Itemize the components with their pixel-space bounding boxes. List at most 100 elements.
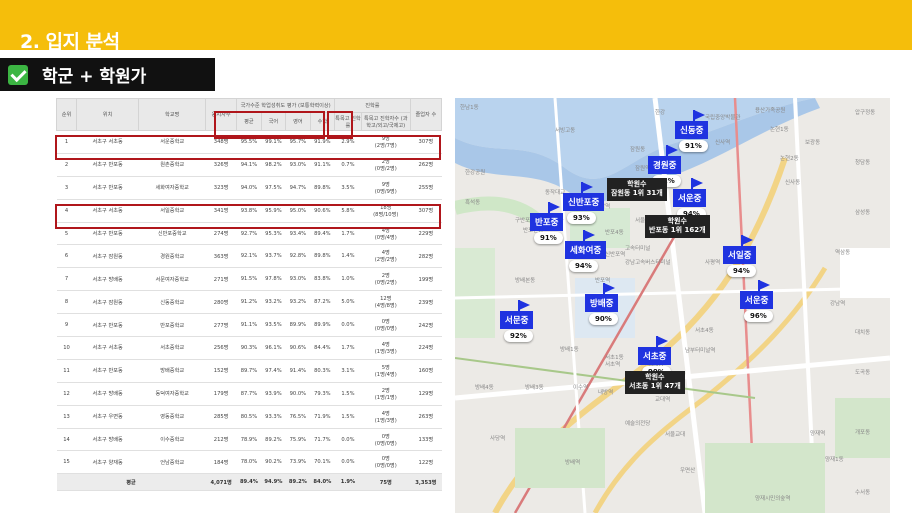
table-cell: 89.9%: [285, 313, 311, 338]
map-place-label: 역삼동: [835, 250, 851, 256]
table-cell: 93.2%: [261, 290, 286, 315]
table-cell: 1.5%: [334, 382, 362, 406]
table-cell: 184명: [205, 450, 237, 475]
section-tag-label: 학군 + 학원가: [42, 67, 147, 87]
avg-avg: 89.4%: [236, 473, 262, 492]
table-cell: 271명: [205, 267, 237, 292]
school-ranking-table: 순위 위치 학교명 응시자수 국가수준 학업성취도 평가 (보통학력이상) 진학…: [55, 98, 443, 494]
table-cell: 93.7%: [261, 244, 286, 269]
table-cell: 87.7%: [236, 382, 262, 406]
section-tag: 학군 + 학원가: [0, 58, 215, 91]
table-cell: 75.9%: [285, 428, 311, 452]
table-row: 6 서초구 잠원동 경원중학교 363명 92.1% 93.7% 92.8% 89.8% 1.4…: [56, 244, 442, 269]
table-cell: 78.0%: [236, 450, 262, 475]
page-title: 2. 입지 분석: [20, 31, 120, 53]
table-cell: 서초구 방배동: [76, 382, 139, 406]
flag-icon: [584, 230, 595, 240]
table-row: 9 서초구 반포동 반포중학교 277명 91.1% 93.5% 89.9% 89.9% 0.0…: [56, 313, 442, 338]
academy-count-box: 학원수 반포동 1위 162개: [645, 215, 710, 238]
avg-grads: 3,353명: [410, 473, 442, 492]
table-cell: 71.9%: [310, 405, 335, 429]
table-cell: 78.9%: [236, 428, 262, 452]
map-place-label: 서울교대: [665, 432, 686, 438]
table-cell: 0명 (0명/0명): [361, 450, 411, 475]
map-place-label: 삼성동: [855, 210, 871, 216]
table-row: 7 서초구 방배동 서문여자중학교 271명 91.5% 97.8% 93.0% 83.8% 1…: [56, 267, 442, 292]
table-cell: 서초구 방배동: [76, 428, 139, 452]
table-cell: 89.8%: [310, 244, 335, 269]
table-cell: 93.2%: [285, 290, 311, 315]
table-cell: 94.7%: [285, 176, 311, 200]
table-cell: 서초구 반포동: [76, 313, 139, 338]
academy-line2: 서초동 1위 47개: [629, 382, 681, 391]
map-place-label: 방배1동: [560, 347, 579, 353]
table-cell: 152명: [205, 359, 237, 383]
table-cell: 90.6%: [285, 336, 311, 360]
avg-advanced: 75명: [361, 473, 411, 492]
table-cell: 133명: [410, 428, 442, 452]
table-cell: 서초구 반포동: [76, 359, 139, 383]
table-cell: 2명 (1명/1명): [361, 382, 411, 406]
table-cell: 89.7%: [236, 359, 262, 383]
map-place-label: 반포4동: [605, 230, 624, 236]
table-cell: 94.0%: [236, 176, 262, 200]
school-pct: 94%: [727, 265, 756, 277]
flag-icon: [519, 300, 530, 310]
table-cell: 서초구 양재동: [76, 450, 139, 475]
table-cell: 신동중학교: [138, 290, 206, 315]
school-name: 서일중: [723, 246, 757, 264]
table-cell: 4명 (2명/2명): [361, 244, 411, 269]
map-place-label: 강남역: [830, 301, 846, 307]
flag-icon: [694, 110, 705, 120]
table-cell: 서초중학교: [138, 336, 206, 360]
table-cell: 12명 (4명/8명): [361, 290, 411, 315]
table-cell: 3.5%: [334, 176, 362, 200]
table-cell: 80.5%: [236, 405, 262, 429]
table-cell: 1.0%: [334, 267, 362, 292]
school-pct: 90%: [589, 313, 618, 325]
map-place-label: 내방역: [598, 390, 614, 396]
academy-count-box: 학원수 서초동 1위 47개: [625, 371, 685, 394]
table-cell: 97.5%: [261, 176, 286, 200]
map-place-label: 서초4동: [695, 328, 714, 334]
map-view[interactable]: 한남1동서빙고동반포본동반포1동반포4동방배본동방배1동방배3동방배4동서초1동…: [455, 98, 890, 513]
map-place-label: 방배역: [565, 460, 581, 466]
table-cell: 87.2%: [310, 290, 335, 315]
school-pct: 92%: [504, 330, 533, 342]
table-row: 10 서초구 서초동 서초중학교 256명 90.3% 96.1% 90.6% 84.4% 1.…: [56, 336, 442, 360]
table-row: 12 서초구 방배동 동덕여자중학교 179명 87.7% 93.9% 90.0% 79.3%…: [56, 382, 442, 406]
table-cell: 89.8%: [310, 176, 335, 200]
map-place-label: 예술의전당: [625, 421, 651, 427]
map-place-label: 방배4동: [475, 385, 494, 391]
table-cell: 세화여자중학교: [138, 176, 206, 200]
avg-count: 4,071명: [205, 473, 237, 492]
table-cell: 129명: [410, 382, 442, 406]
table-cell: 13: [56, 405, 77, 429]
table-cell: 14: [56, 428, 77, 452]
highlight-scores: [214, 111, 325, 139]
col-header: 학교명: [138, 98, 207, 131]
map-place-label: 국립중앙박물관: [705, 115, 741, 121]
table-cell: 1.5%: [334, 405, 362, 429]
table-cell: 79.3%: [310, 382, 335, 406]
map-place-label: 도곡동: [855, 370, 871, 376]
map-place-label: 사평역: [705, 260, 721, 266]
table-cell: 92.8%: [285, 244, 311, 269]
table-cell: 서초구 잠원동: [76, 244, 139, 269]
table-cell: 93.5%: [261, 313, 286, 338]
table-cell: 93.9%: [261, 382, 286, 406]
table-cell: 90.2%: [261, 450, 286, 475]
school-name: 신반포중: [563, 193, 605, 211]
map-place-label: 양재시민의숲역: [755, 496, 791, 502]
table-cell: 91.1%: [236, 313, 262, 338]
table-cell: 80.3%: [310, 359, 335, 383]
table-cell: 9명 (0명/9명): [361, 176, 411, 200]
map-place-label: 서초역: [605, 362, 621, 368]
map-place-label: 사당역: [490, 436, 506, 442]
map-place-label: 양재1동: [825, 457, 844, 463]
table-cell: 91.2%: [236, 290, 262, 315]
academy-count-box: 학원수 잠원동 1위 31개: [607, 178, 667, 201]
table-row: 11 서초구 반포동 방배중학교 152명 89.7% 97.4% 91.4% 80.3% 3.…: [56, 359, 442, 383]
table-cell: 76.5%: [285, 405, 311, 429]
table-cell: 242명: [410, 313, 442, 338]
